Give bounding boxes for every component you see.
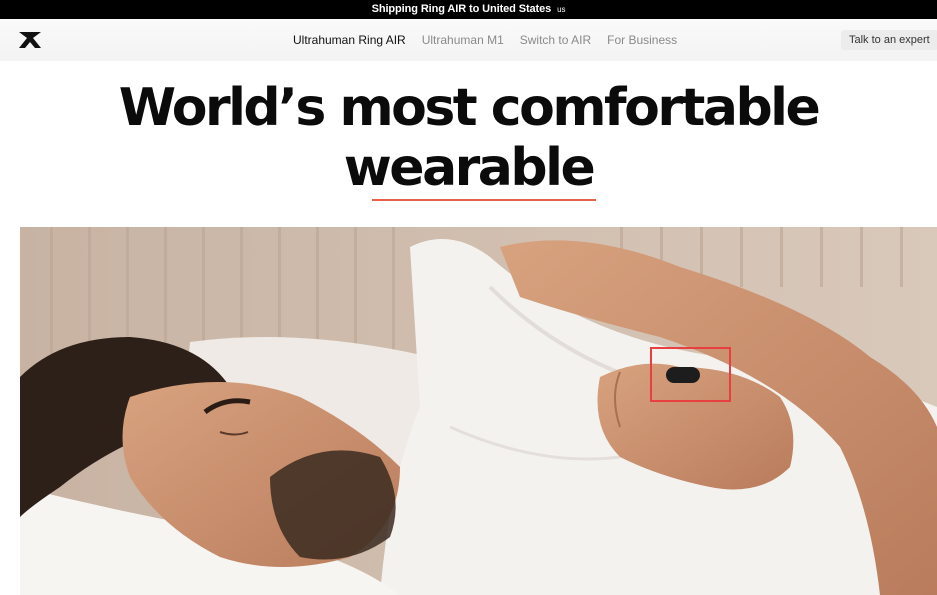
- nav-item-switch-to-air[interactable]: Switch to AIR: [520, 33, 591, 47]
- title-underline: [372, 199, 596, 201]
- ultrahuman-logo-icon[interactable]: [19, 32, 41, 48]
- sleeping-man-wearing-ring-photo: [20, 227, 937, 595]
- nav-links: Ultrahuman Ring AIR Ultrahuman M1 Switch…: [293, 19, 693, 61]
- announcement-bar: Shipping Ring AIR to United States us: [0, 0, 937, 19]
- announcement-text: Shipping Ring AIR to United States: [371, 3, 552, 15]
- hero-title: World’s most comfortable wearable: [0, 78, 937, 198]
- nav-item-m1[interactable]: Ultrahuman M1: [422, 33, 504, 47]
- hero-title-line1: World’s most comfortable: [118, 78, 821, 138]
- hero-title-line2: wearable: [343, 138, 596, 198]
- nav-item-ring-air[interactable]: Ultrahuman Ring AIR: [293, 33, 406, 47]
- nav-item-for-business[interactable]: For Business: [607, 33, 677, 47]
- top-navigation: Ultrahuman Ring AIR Ultrahuman M1 Switch…: [0, 19, 937, 61]
- talk-to-expert-button[interactable]: Talk to an expert: [841, 30, 937, 50]
- announcement-country: us: [557, 5, 566, 14]
